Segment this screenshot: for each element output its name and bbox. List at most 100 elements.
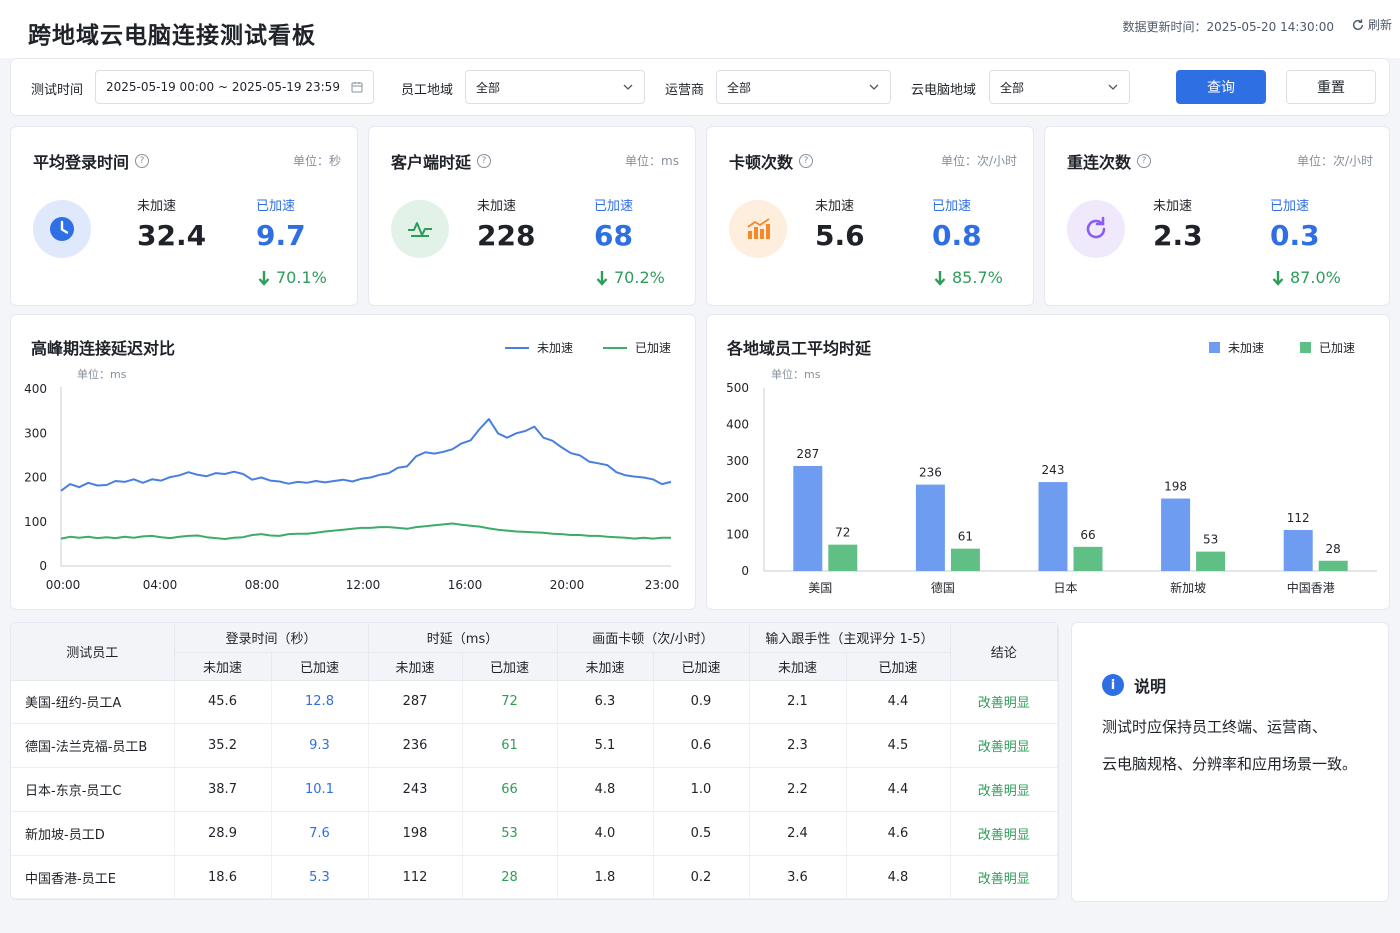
y-tick-label: 400 — [726, 418, 749, 432]
sub-header-after: 已加速 — [846, 652, 951, 681]
table-cell-stutter-before: 1.8 — [557, 855, 654, 899]
header-employee: 测试员工 — [11, 623, 175, 681]
chart-unit: 单位：ms — [77, 367, 127, 381]
arrow-down-icon — [1272, 270, 1284, 286]
region-select[interactable]: 全部 — [465, 70, 645, 104]
kpi-before-value: 228 — [477, 219, 536, 252]
bar-accelerated — [950, 548, 980, 571]
legend-swatch-unaccelerated — [1209, 342, 1220, 353]
kpi-before-label: 未加速 — [1153, 199, 1193, 214]
latency-line-chart: 单位：ms 0 100 200 300 400 00:00 04:00 08:00 12:00 16… — [24, 367, 679, 592]
help-icon[interactable]: ? — [1137, 154, 1152, 168]
table-cell-input-before: 2.1 — [749, 680, 847, 725]
x-tick-label: 中国香港 — [1287, 580, 1335, 595]
table-row: 日本-东京-员工C 38.7 10.1 243 66 4.8 1.0 2.2 4.4 改善明显 — [11, 767, 1058, 812]
chevron-down-icon — [869, 84, 879, 90]
bar-accelerated — [1073, 546, 1103, 571]
y-tick-label: 100 — [726, 527, 749, 541]
sub-header-before: 未加速 — [749, 652, 847, 681]
bar-unaccelerated — [915, 484, 945, 571]
bar-chart-icon — [729, 200, 787, 258]
table-cell-input-before: 2.4 — [749, 811, 847, 856]
y-tick-label: 200 — [726, 491, 749, 505]
isp-label: 运营商 — [665, 83, 705, 98]
region-value: 全部 — [476, 80, 501, 95]
table-row: 美国-纽约-员工A 45.6 12.8 287 72 6.3 0.9 2.1 4.4 改善明显 — [11, 680, 1058, 725]
data-label: 112 — [1287, 511, 1310, 525]
header-login-time: 登录时间（秒） — [174, 623, 369, 653]
help-icon[interactable]: ? — [477, 154, 492, 168]
table-cell-login-after: 5.3 — [271, 855, 369, 899]
table-cell-login-before: 38.7 — [174, 767, 272, 812]
table-cell-stutter-after: 0.6 — [653, 723, 750, 769]
header-latency: 时延（ms） — [368, 623, 558, 653]
pulse-icon — [391, 200, 449, 258]
chart-title: 高峰期连接延迟对比 — [31, 339, 176, 358]
y-tick-label: 100 — [24, 515, 47, 529]
refresh-label: 刷新 — [1367, 18, 1392, 32]
table-cell-input-after: 4.4 — [846, 680, 951, 725]
isp-select[interactable]: 全部 — [716, 70, 891, 104]
table-cell-latency-after: 66 — [462, 767, 558, 812]
chart-legend: 未加速 已加速 — [505, 339, 671, 356]
kpi-before-label: 未加速 — [815, 199, 855, 214]
y-tick-label: 300 — [726, 454, 749, 468]
table-cell-employee: 中国香港-员工E — [11, 855, 175, 899]
table-cell-input-after: 4.4 — [846, 767, 951, 812]
table-cell-conclusion: 改善明显 — [950, 811, 1058, 856]
filter-bar: 测试时间 2025-05-19 00:00 ~ 2025-05-19 23:59… — [10, 58, 1390, 116]
time-range-picker[interactable]: 2025-05-19 00:00 ~ 2025-05-19 23:59 — [95, 70, 374, 104]
sub-header-before: 未加速 — [557, 652, 654, 681]
legend-label: 未加速 — [1228, 341, 1265, 355]
page-header: 跨地域云电脑连接测试看板 数据更新时间：2025-05-20 14:30:00 … — [0, 0, 1400, 58]
cloud-region-select[interactable]: 全部 — [989, 70, 1130, 104]
help-icon[interactable]: ? — [799, 154, 814, 168]
table-cell-login-before: 35.2 — [174, 723, 272, 769]
refresh-button[interactable]: 刷新 — [1351, 16, 1392, 33]
x-tick-label: 00:00 — [46, 578, 81, 592]
y-tick-label: 0 — [39, 559, 47, 573]
kpi-card-login-time: 平均登录时间? 单位：秒 未加速 已加速 32.4 9.7 70.1% — [10, 126, 358, 306]
table-cell-login-after: 12.8 — [271, 680, 369, 725]
kpi-reduction: 70.1% — [276, 268, 327, 287]
y-tick-label: 500 — [726, 381, 749, 395]
x-tick-label: 04:00 — [143, 578, 178, 592]
reset-button[interactable]: 重置 — [1286, 70, 1376, 104]
update-time: 数据更新时间：2025-05-20 14:30:00 — [1122, 20, 1334, 34]
sub-header-after: 已加速 — [271, 652, 369, 681]
kpi-after-value: 0.3 — [1270, 219, 1320, 252]
data-label: 236 — [919, 466, 942, 480]
kpi-unit: 单位：秒 — [292, 154, 341, 168]
note-card: i 说明 测试时应保持员工终端、运营商、 云电脑规格、分辨率和应用场景一致。 — [1071, 622, 1389, 902]
kpi-unit: 单位：次/小时 — [1296, 154, 1373, 168]
kpi-reduction: 70.2% — [614, 268, 665, 287]
kpi-title: 平均登录时间 — [33, 153, 130, 172]
kpi-unit: 单位：ms — [625, 154, 679, 168]
legend-label: 已加速 — [1319, 341, 1356, 355]
sub-header-before: 未加速 — [368, 652, 463, 681]
table-cell-login-after: 10.1 — [271, 767, 369, 812]
header-conclusion: 结论 — [950, 623, 1058, 681]
data-label: 243 — [1042, 463, 1065, 477]
sub-header-before: 未加速 — [174, 652, 272, 681]
table-cell-input-after: 4.8 — [846, 855, 951, 899]
results-table-card: 测试员工 登录时间（秒） 时延（ms） 画面卡顿（次/小时） 输入跟手性（主观评… — [10, 622, 1059, 900]
bar-accelerated — [828, 544, 858, 571]
query-button[interactable]: 查询 — [1176, 70, 1266, 104]
calendar-icon — [351, 82, 363, 93]
cloud-region-value: 全部 — [1000, 80, 1025, 95]
table-cell-stutter-before: 6.3 — [557, 680, 654, 725]
table-cell-employee: 日本-东京-员工C — [11, 767, 175, 812]
kpi-before-label: 未加速 — [137, 199, 177, 214]
table-cell-employee: 德国-法兰克福-员工B — [11, 723, 175, 769]
table-row: 德国-法兰克福-员工B 35.2 9.3 236 61 5.1 0.6 2.3 4.5 改善明显 — [11, 723, 1058, 769]
help-icon[interactable]: ? — [135, 154, 150, 168]
bar-unaccelerated — [1038, 482, 1068, 571]
table-cell-login-after: 7.6 — [271, 811, 369, 856]
legend-swatch-accelerated — [603, 346, 628, 349]
bar-accelerated — [1318, 560, 1348, 571]
bar-unaccelerated — [1283, 530, 1313, 571]
region-bar-chart-card: 单位：ms 0 100 200 300 400 500 美国 287 72 德国 236 61 日本 243… — [706, 314, 1390, 610]
legend-swatch-unaccelerated — [505, 346, 529, 349]
chart-unit: 单位：ms — [771, 367, 821, 381]
